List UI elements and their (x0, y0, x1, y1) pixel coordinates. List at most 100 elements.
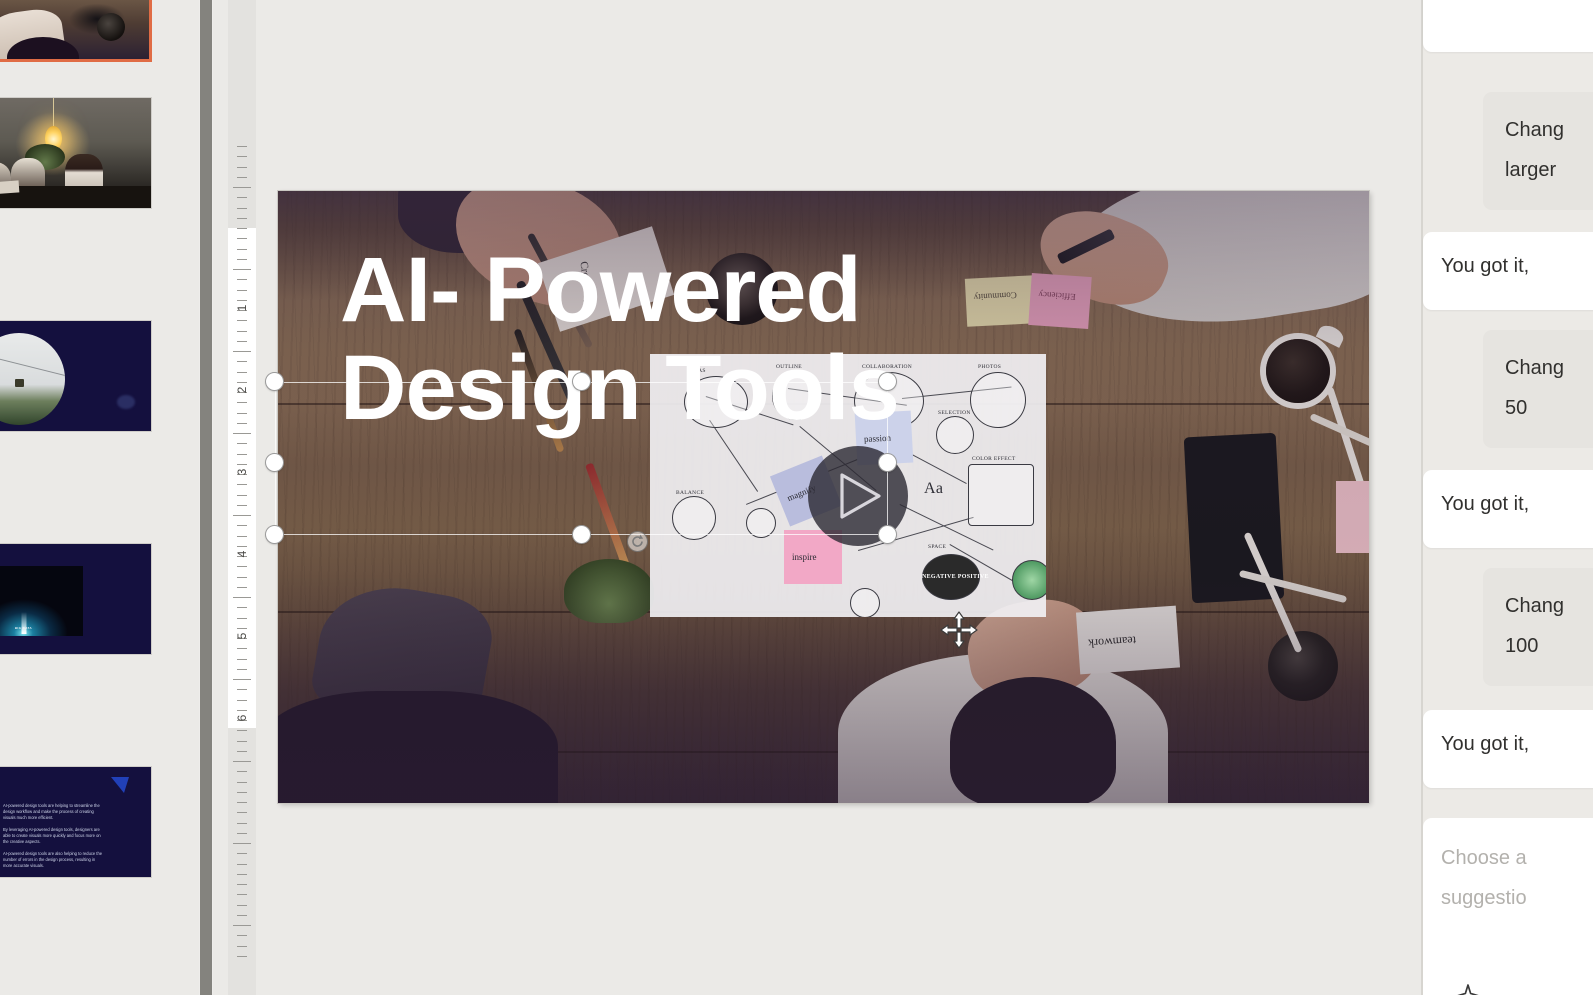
thumbnail-5-image: AI-powered design tools are helping to s… (0, 767, 151, 877)
ruler-tick (237, 771, 247, 773)
thumbnail-4-image: BIG DATA (0, 544, 151, 654)
rotate-handle[interactable] (628, 532, 647, 551)
chat-message-assistant-1[interactable]: Designerlayouts, if y (1423, 0, 1593, 52)
ruler-tick (237, 914, 247, 916)
slide-thumbnail-2[interactable] (0, 97, 152, 209)
ruler-tick (237, 217, 247, 219)
ruler-tick (233, 925, 251, 926)
ruler-tick (237, 248, 247, 250)
slide-thumbnail-1[interactable] (0, 0, 152, 62)
thumbnail-4-caption: BIG DATA (14, 626, 33, 630)
mindmap-label: SPACE (928, 544, 947, 550)
ruler-tick (233, 597, 251, 598)
selection-handle-bottom-center[interactable] (573, 526, 590, 543)
chat-message-assistant-4[interactable]: You got it, (1423, 710, 1593, 788)
ruler-tick (237, 863, 247, 865)
ruler-tick (237, 802, 247, 803)
ruler-label: 2 (235, 386, 249, 394)
text-box-selection[interactable] (266, 373, 896, 543)
slide-thumbnail-4[interactable]: BIG DATA (0, 543, 152, 655)
ruler-tick (237, 935, 247, 937)
ruler-tick (233, 433, 251, 434)
chat-message-user-1[interactable]: Chang larger (1483, 92, 1593, 210)
slide-thumbnail-pane[interactable]: BIG DATA AI-powered design tools are hel… (0, 0, 200, 995)
ruler-tick (237, 494, 247, 496)
thumbnail-3-image (0, 321, 151, 431)
ruler-label: 3 (235, 468, 249, 476)
ruler-tick (233, 843, 251, 844)
thumbnail-5-bullet: AI-powered design tools are helping to s… (0, 803, 103, 821)
chat-text: You got it, (1441, 733, 1535, 755)
ruler-tick (233, 515, 251, 516)
thumbnail-scrollbar-thumb[interactable] (200, 0, 212, 995)
ruler-tick (237, 894, 247, 896)
ruler-tick (237, 576, 247, 578)
selection-handle-top-center[interactable] (573, 373, 590, 390)
vertical-ruler[interactable]: 1 2 3 4 5 6 (228, 0, 256, 995)
ruler-tick (233, 187, 251, 188)
mindmap-label: COLOR EFFECT (972, 456, 1016, 462)
ruler-tick (233, 351, 251, 352)
ruler-tick (237, 791, 247, 793)
slide-thumbnail-5[interactable]: AI-powered design tools are helping to s… (0, 766, 152, 878)
ruler-tick (237, 832, 247, 834)
ruler-tick (237, 904, 247, 906)
ruler-label: 4 (235, 550, 249, 558)
ruler-tick (237, 330, 247, 332)
selection-handle-middle-left[interactable] (266, 454, 283, 471)
ruler-tick (237, 166, 247, 168)
decorative-triangle-icon (111, 777, 129, 793)
ruler-tick (237, 340, 247, 342)
ruler-tick (237, 156, 247, 158)
ruler-tick (237, 361, 247, 363)
sticky-note-text: inspire (792, 551, 817, 562)
selection-handle-top-right[interactable] (879, 373, 896, 390)
ruler-tick (237, 228, 247, 229)
composer-placeholder: Choose a suggestio (1441, 847, 1527, 909)
thumbnail-2-image (0, 98, 151, 208)
ruler-tick (237, 668, 247, 670)
chat-message-user-3[interactable]: Chang 100 (1483, 568, 1593, 686)
ruler-tick (237, 258, 247, 260)
ruler-tick (237, 955, 247, 957)
chat-text: You got it, (1441, 493, 1535, 515)
slide-editing-canvas[interactable]: 123456 Creativity (213, 0, 1421, 995)
copilot-chat-pane[interactable]: Designerlayouts, if y Chang larger You g… (1421, 0, 1593, 995)
ruler-tick (237, 812, 247, 814)
ruler-tick (237, 197, 247, 199)
ruler-tick (233, 761, 251, 762)
ruler-tick (237, 740, 247, 742)
ruler-tick (237, 822, 247, 824)
thumbnail-5-bullet: By leveraging AI-powered design tools, d… (0, 827, 103, 845)
ruler-tick (233, 679, 251, 680)
ruler-tick (237, 586, 247, 588)
chat-text: Chang larger (1505, 119, 1564, 181)
ruler-tick (237, 945, 247, 947)
chat-message-user-2[interactable]: Chang 50 (1483, 330, 1593, 448)
slide-thumbnail-3[interactable] (0, 320, 152, 432)
ruler-tick (237, 422, 247, 424)
sparkle-icon[interactable] (1455, 983, 1481, 995)
mindmap-label: SELECTION (938, 410, 971, 416)
ruler-label: 6 (235, 714, 249, 722)
thumbnail-5-bullet: AI-powered design tools are also helping… (0, 851, 103, 869)
chat-text: You got it, (1441, 255, 1535, 277)
ruler-tick (237, 884, 247, 885)
copilot-composer[interactable]: Choose a suggestio (1423, 818, 1593, 995)
ruler-tick (237, 873, 247, 875)
selection-handle-middle-right[interactable] (879, 454, 896, 471)
chat-message-assistant-2[interactable]: You got it, (1423, 232, 1593, 310)
ruler-tick (237, 176, 247, 178)
selection-handle-bottom-right[interactable] (879, 526, 896, 543)
chat-message-assistant-3[interactable]: You got it, (1423, 470, 1593, 548)
mindmap-glyph: NEGATIVE POSITIVE (922, 574, 989, 580)
ruler-tick (237, 279, 247, 281)
move-cursor (939, 610, 979, 650)
ruler-tick (233, 269, 251, 270)
selection-handle-bottom-left[interactable] (266, 526, 283, 543)
ruler-tick (237, 781, 247, 783)
ruler-tick (237, 207, 247, 209)
ruler-tick (237, 412, 247, 414)
selection-handle-top-left[interactable] (266, 373, 283, 390)
ruler-label: 1 (235, 304, 249, 312)
